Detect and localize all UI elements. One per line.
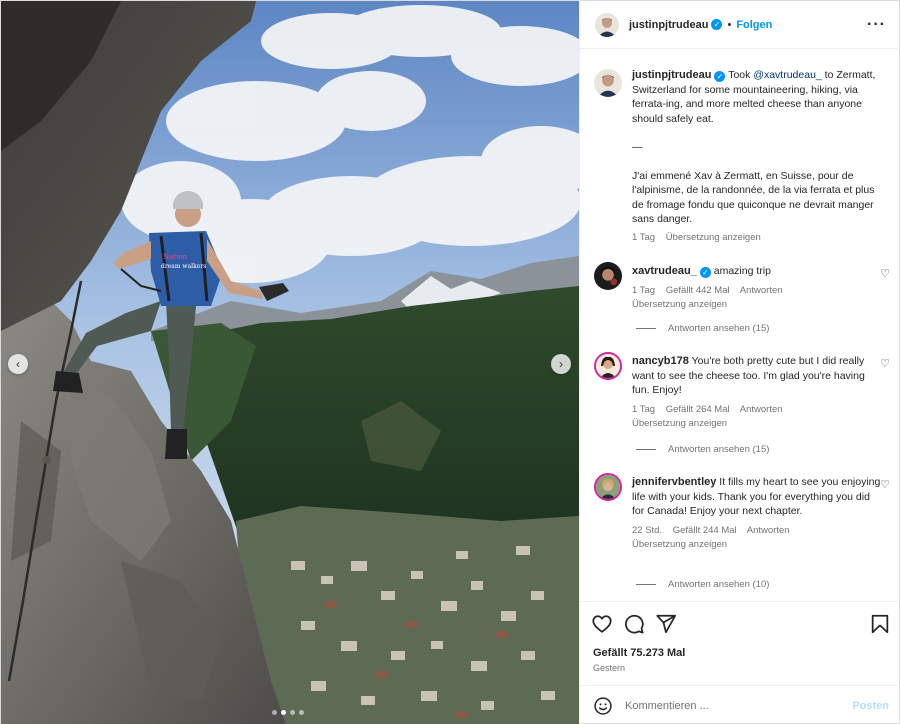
comment-body: jennifervbentley It fills my heart to se… — [632, 475, 882, 552]
caption-time: 1 Tag — [632, 231, 656, 243]
comment-body: xavtrudeau_ ✓ amazing trip 1 Tag Gefällt … — [632, 264, 882, 312]
post-actions: Gefällt 75.273 Mal Gestern — [580, 601, 900, 683]
caption-username[interactable]: justinpjtrudeau — [632, 69, 711, 81]
view-replies-button[interactable]: Antworten ansehen (10) — [636, 579, 769, 590]
comment-like-count[interactable]: Gefällt 244 Mal — [673, 525, 737, 536]
caption-divider: — — [632, 141, 643, 153]
photo-scene: Nation dream walkers — [1, 1, 579, 724]
comment-like-count[interactable]: Gefällt 442 Mal — [666, 285, 730, 296]
comment-like-count[interactable]: Gefällt 264 Mal — [666, 404, 730, 415]
carousel-dot — [299, 710, 304, 715]
emoji-icon[interactable] — [593, 696, 613, 716]
verified-badge-icon: ✓ — [699, 267, 711, 278]
caption-body: justinpjtrudeau ✓ Took @xavtrudeau_ to Ze… — [632, 68, 882, 245]
like-count[interactable]: Gefällt 75.273 Mal — [593, 647, 685, 659]
view-replies-button[interactable]: Antworten ansehen (15) — [636, 444, 769, 455]
post-header: justinpjtrudeau ✓ • Folgen ··· — [580, 1, 900, 49]
post-comment-button[interactable]: Posten — [852, 700, 889, 712]
view-replies-label: Antworten ansehen (15) — [668, 323, 770, 334]
comment-input[interactable] — [625, 699, 835, 712]
comment-reply-button[interactable]: Antworten — [740, 285, 783, 296]
caption-translate-link[interactable]: Übersetzung anzeigen — [666, 232, 761, 243]
comment-reply-button[interactable]: Antworten — [740, 404, 783, 415]
carousel-indicator — [272, 710, 304, 715]
carousel-dot — [290, 710, 295, 715]
comment-meta: 1 Tag Gefällt 264 Mal Antworten Übersetz… — [632, 403, 882, 431]
more-options-icon[interactable]: ··· — [867, 16, 886, 34]
like-heart-icon[interactable] — [591, 613, 613, 635]
follow-button[interactable]: Folgen — [736, 19, 772, 31]
comment-body: nancyb178 You're both pretty cute but I … — [632, 354, 882, 431]
comments-list[interactable]: justinpjtrudeau ✓ Took @xavtrudeau_ to Ze… — [580, 50, 900, 600]
post-photo[interactable]: Nation dream walkers ‹ › — [1, 1, 579, 724]
like-comment-heart-icon[interactable]: ♡ — [880, 478, 890, 491]
caption-author-avatar[interactable] — [594, 69, 622, 97]
post-date: Gestern — [593, 663, 626, 673]
comment-time: 22 Std. — [632, 524, 663, 536]
commenter-avatar[interactable] — [594, 262, 622, 290]
instagram-post-modal: Nation dream walkers ‹ › justinpjtrudeau — [0, 0, 900, 724]
chevron-right-icon: › — [559, 357, 563, 371]
comment-username[interactable]: xavtrudeau_ — [632, 265, 697, 277]
commenter-avatar[interactable] — [594, 473, 622, 501]
author-username[interactable]: justinpjtrudeau — [629, 19, 708, 31]
carousel-next-button[interactable]: › — [551, 354, 571, 374]
share-send-icon[interactable] — [655, 613, 677, 635]
like-comment-heart-icon[interactable]: ♡ — [880, 267, 890, 280]
verified-badge-icon: ✓ — [714, 71, 726, 82]
verified-badge-icon: ✓ — [711, 19, 723, 30]
caption-french-text: J'ai emmené Xav à Zermatt, en Suisse, po… — [632, 169, 875, 226]
author-avatar[interactable] — [595, 12, 619, 37]
replies-line — [636, 584, 656, 585]
comment-text: amazing trip — [713, 265, 771, 277]
comment-translate-link[interactable]: Übersetzung anzeigen — [632, 539, 727, 550]
chevron-left-icon: ‹ — [16, 357, 20, 371]
comment-translate-link[interactable]: Übersetzung anzeigen — [632, 418, 727, 429]
svg-text:Nation: Nation — [163, 253, 188, 261]
view-replies-label: Antworten ansehen (10) — [668, 579, 770, 590]
comment-translate-link[interactable]: Übersetzung anzeigen — [632, 299, 727, 310]
view-replies-button[interactable]: Antworten ansehen (15) — [636, 323, 769, 334]
carousel-prev-button[interactable]: ‹ — [8, 354, 28, 374]
comment-meta: 22 Std. Gefällt 244 Mal Antworten Überse… — [632, 524, 882, 552]
comment-reply-button[interactable]: Antworten — [747, 525, 790, 536]
header-separator: • — [727, 18, 732, 31]
carousel-dot-active — [281, 710, 286, 715]
carousel-dot — [272, 710, 277, 715]
like-comment-heart-icon[interactable]: ♡ — [880, 357, 890, 370]
comment-meta: 1 Tag Gefällt 442 Mal Antworten Übersetz… — [632, 284, 882, 312]
post-side-panel: justinpjtrudeau ✓ • Folgen ··· justinpjt… — [579, 1, 900, 724]
save-bookmark-icon[interactable] — [869, 613, 891, 635]
comment-time: 1 Tag — [632, 403, 656, 415]
comment-composer: Posten — [580, 685, 900, 724]
caption-text-start: Took — [728, 69, 754, 81]
caption-mention-link[interactable]: @xavtrudeau_ — [753, 69, 821, 81]
caption-meta: 1 Tag Übersetzung anzeigen — [632, 231, 882, 245]
replies-line — [636, 328, 656, 329]
comment-username[interactable]: jennifervbentley — [632, 476, 716, 488]
comment-username[interactable]: nancyb178 — [632, 355, 689, 367]
comment-bubble-icon[interactable] — [623, 613, 645, 635]
commenter-avatar[interactable] — [594, 352, 622, 380]
svg-text:dream walkers: dream walkers — [161, 263, 206, 270]
comment-time: 1 Tag — [632, 284, 656, 296]
replies-line — [636, 449, 656, 450]
view-replies-label: Antworten ansehen (15) — [668, 444, 770, 455]
